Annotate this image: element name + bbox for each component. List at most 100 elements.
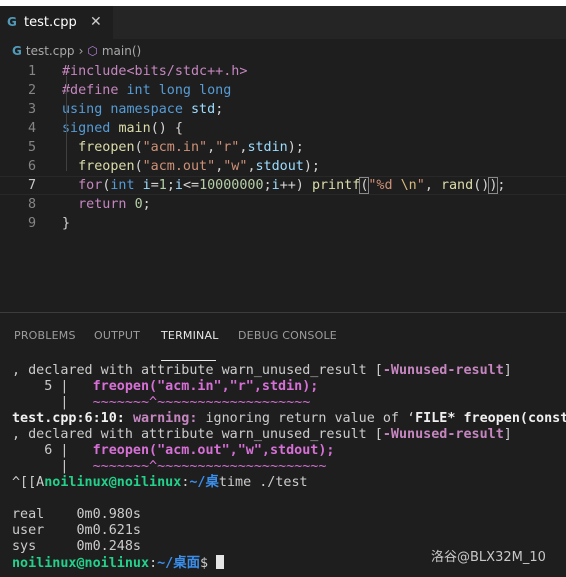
code-token: "acm.in" (142, 140, 208, 155)
code-token: , (207, 140, 216, 155)
code-token: "%d (368, 178, 401, 193)
code-text: using namespace std; (62, 100, 223, 119)
code-token: "acm.out" (142, 159, 216, 174)
indent-guide (66, 76, 67, 171)
terminal-text: real 0m0.980s (12, 507, 141, 522)
line-number: 6 (27, 159, 36, 174)
code-token: "r" (215, 140, 240, 155)
code-token: \n (400, 178, 417, 193)
code-token: ; (263, 178, 272, 193)
breadcrumb-symbol[interactable]: main() (102, 44, 141, 58)
terminal-text: ] (503, 363, 512, 378)
terminal-line: , declared with attribute warn_unused_re… (12, 427, 512, 443)
code-token: int (110, 178, 143, 193)
terminal-text: , declared with attribute warn_unused_re… (12, 363, 383, 378)
line-number: 8 (27, 197, 36, 212)
terminal-line: | ~~~~~~~^~~~~~~~~~~~~~~~~~~~~~ (12, 459, 326, 475)
code-token: i (174, 178, 183, 193)
code-token: for (78, 178, 103, 193)
terminal-text: noilinux@noilinux (12, 556, 150, 571)
terminal-line: 5 | freopen("acm.in","r",stdin); (12, 379, 318, 395)
code-editor[interactable]: 1 #include<bits/stdc++.h> 2 #define int lon… (0, 62, 566, 232)
terminal-text: ] (503, 427, 512, 442)
line-number: 9 (27, 216, 36, 231)
code-token: () { (150, 121, 183, 136)
code-text: signed main() { (62, 119, 183, 138)
code-line[interactable]: 1 #include<bits/stdc++.h> (0, 62, 566, 81)
breadcrumb-file[interactable]: test.cpp (26, 44, 75, 58)
tab-test-cpp[interactable]: G test.cpp ✕ (0, 6, 113, 39)
chevron-right-icon: › (78, 44, 84, 58)
terminal-text: user 0m0.621s (12, 523, 141, 538)
terminal-text: FILE* freopen(const (415, 411, 566, 426)
terminal-text: test.cpp:6:10: (12, 411, 133, 426)
code-token: ; (166, 178, 175, 193)
code-token: " (416, 178, 425, 193)
tab-label: test.cpp (24, 15, 77, 30)
terminal-text: | (12, 459, 93, 474)
code-text: #include<bits/stdc++.h> (62, 62, 247, 81)
code-token: ; (215, 102, 224, 117)
code-line[interactable]: 5 freopen("acm.in","r",stdin); (0, 138, 566, 157)
tab-terminal[interactable]: TERMINAL (161, 329, 219, 342)
code-token: ; (497, 178, 506, 193)
line-number: 4 (27, 121, 36, 136)
code-token: ( (134, 159, 143, 174)
code-line[interactable]: 8 return 0; (0, 195, 566, 214)
code-line[interactable]: 4 signed main() { (0, 119, 566, 138)
code-token: ; (142, 197, 151, 212)
method-symbol-icon: ⬡ (87, 44, 98, 58)
code-line[interactable]: 9} (0, 214, 566, 233)
terminal-text: ~~~~~~~^~~~~~~~~~~~~~~~~~~~~~ (92, 459, 327, 474)
terminal-text: time ./test (218, 475, 308, 490)
terminal-text: $ (200, 556, 217, 571)
tab-problems[interactable]: PROBLEMS (14, 329, 76, 342)
terminal-text: 5 | (12, 379, 93, 394)
code-token: signed (62, 121, 119, 136)
code-token: stdout (255, 159, 304, 174)
line-number: 5 (27, 140, 36, 155)
breadcrumb: G test.cpp › ⬡ main() (12, 42, 141, 60)
terminal-line: , declared with attribute warn_unused_re… (12, 363, 512, 379)
code-token: return (78, 197, 135, 212)
code-text: } (62, 214, 70, 233)
editor-tab-bar: G test.cpp ✕ (0, 6, 566, 39)
code-token: "w" (223, 159, 248, 174)
code-token: <= (182, 178, 200, 193)
terminal-line: sys 0m0.248s (12, 539, 141, 555)
code-token: using (62, 102, 111, 117)
active-tab-indicator (161, 360, 216, 361)
code-token: std (191, 102, 216, 117)
terminal-text: -Wunused-result (382, 363, 504, 378)
terminal-text: , declared with attribute warn_unused_re… (12, 427, 383, 442)
code-token: ( (134, 140, 143, 155)
code-token: i (271, 178, 280, 193)
terminal-text: ~~~~~~~^~~~~~~~~~~~~~~~~~~~ (92, 395, 311, 410)
code-text: return 0; (62, 195, 151, 214)
line-number: 7 (27, 178, 36, 193)
code-token: , (247, 159, 256, 174)
line-number: 3 (27, 102, 36, 117)
terminal-line: 6 | freopen("acm.out","w",stdout); (12, 443, 334, 459)
code-token: 10000000 (199, 178, 264, 193)
panel-tabs: PROBLEMS OUTPUT TERMINAL DEBUG CONSOLE (0, 323, 566, 361)
close-icon[interactable]: ✕ (90, 14, 102, 30)
tab-output[interactable]: OUTPUT (94, 329, 140, 342)
code-token: () (473, 178, 490, 193)
code-line[interactable]: 3 using namespace std; (0, 100, 566, 119)
code-text: freopen("acm.in","r",stdin); (62, 138, 304, 157)
code-line[interactable]: 7 for(int i=1;i<=10000000;i++) printf("%… (0, 176, 566, 195)
code-token: } (62, 216, 71, 231)
terminal-text: : (149, 556, 158, 571)
terminal-text: ~/桌面 (157, 556, 201, 571)
code-line[interactable]: 2 #define int long long (0, 81, 566, 100)
tab-debug-console[interactable]: DEBUG CONSOLE (238, 329, 337, 342)
code-line[interactable]: 6 freopen("acm.out","w",stdout); (0, 157, 566, 176)
terminal-line: real 0m0.980s (12, 507, 141, 523)
line-number: 1 (27, 64, 36, 79)
code-text: #define int long long (62, 81, 231, 100)
code-token: ++) (279, 178, 312, 193)
cpp-file-icon: G (7, 15, 17, 29)
